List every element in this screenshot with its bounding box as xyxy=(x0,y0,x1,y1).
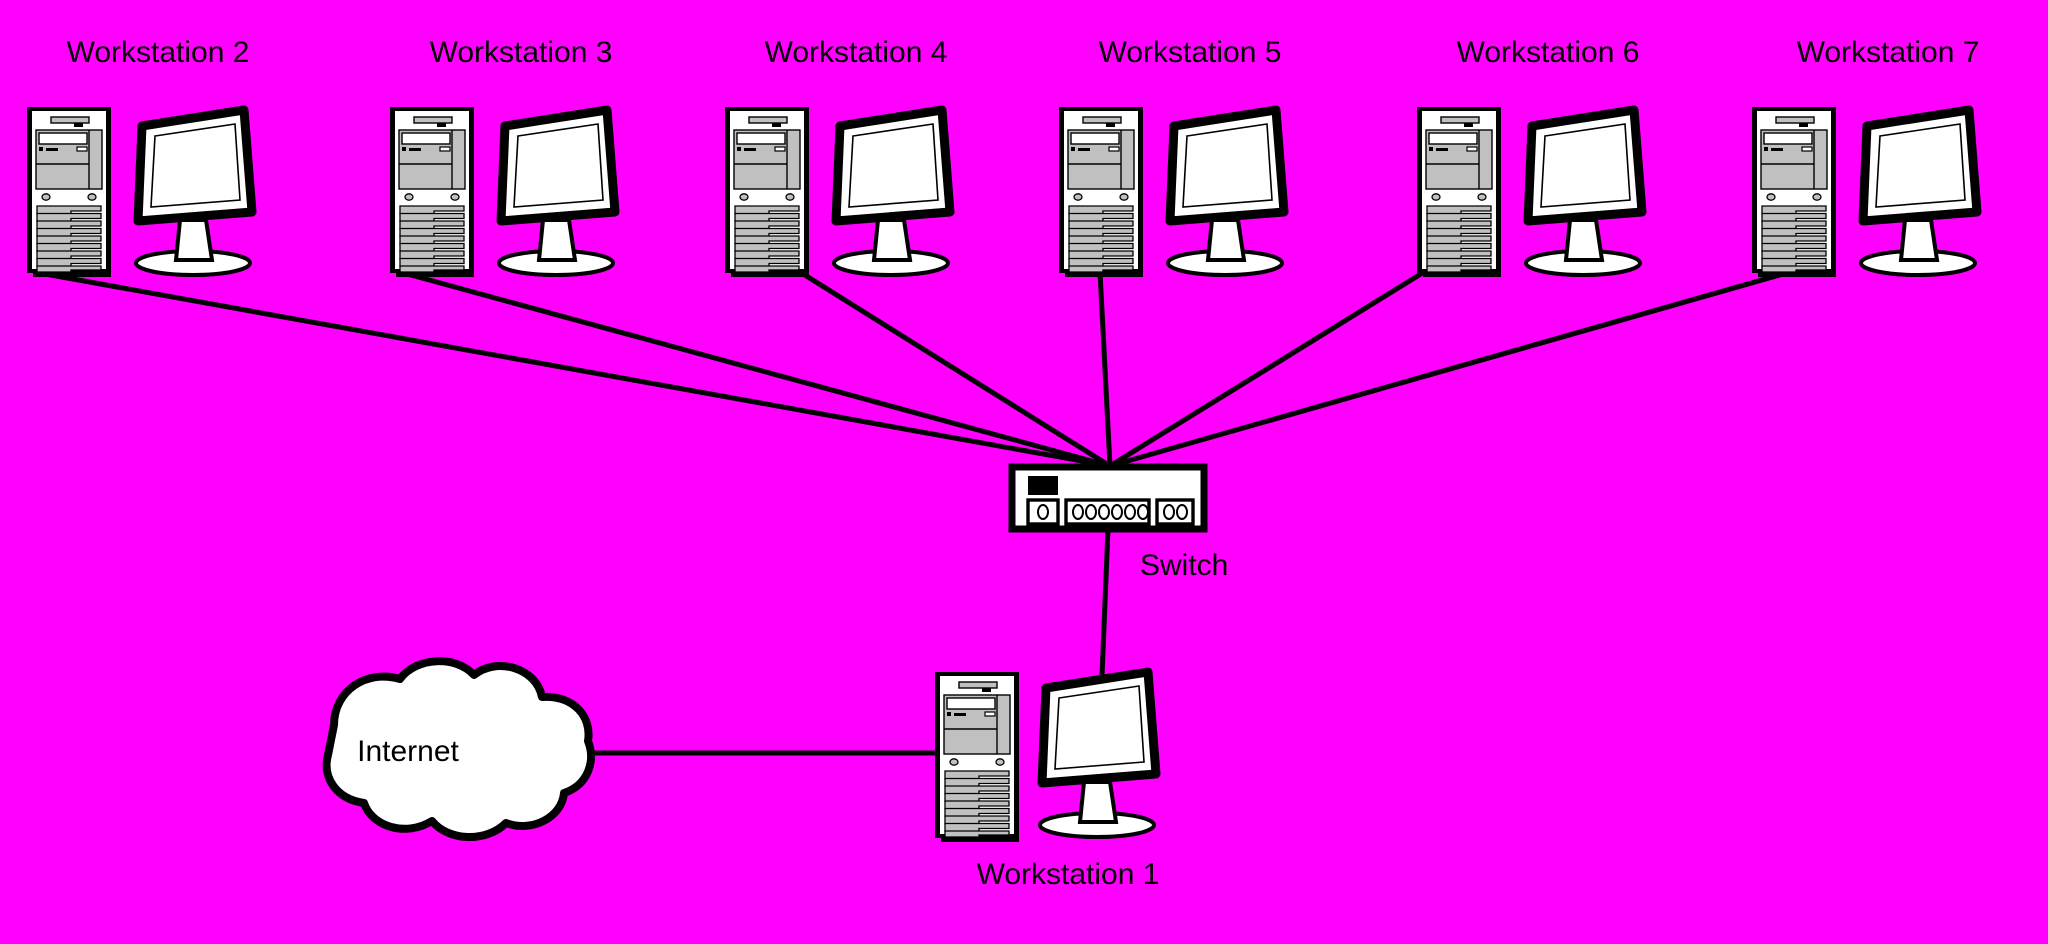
tower-icon[interactable] xyxy=(1416,106,1502,278)
workstation-1-label: Workstation 1 xyxy=(977,858,1160,891)
link-switch-ws1 xyxy=(1099,528,1111,677)
workstation-1-node[interactable]: Workstation 1 xyxy=(934,671,1160,891)
workstation-3-node[interactable]: Workstation 3 xyxy=(389,36,615,278)
switch-node[interactable]: Switch xyxy=(1012,467,1228,582)
workstation-7-label: Workstation 7 xyxy=(1797,36,1980,69)
connection-links xyxy=(33,269,1791,756)
link-ws2-switch xyxy=(33,269,1111,469)
tower-icon[interactable] xyxy=(934,671,1020,843)
network-diagram: Workstation 2 Workstation 3 Workstation … xyxy=(26,36,2048,891)
tower-icon[interactable] xyxy=(724,106,810,278)
switch-label: Switch xyxy=(1140,549,1228,582)
monitor-icon[interactable] xyxy=(136,110,252,275)
workstation-6-label: Workstation 6 xyxy=(1457,36,1640,69)
workstation-3-label: Workstation 3 xyxy=(430,36,613,69)
tower-icon[interactable] xyxy=(26,106,112,278)
workstation-6-node[interactable]: Workstation 6 xyxy=(1416,36,1642,278)
internet-cloud-node[interactable]: Internet xyxy=(327,661,591,837)
workstation-4-label: Workstation 4 xyxy=(765,36,948,69)
monitor-icon[interactable] xyxy=(1861,110,1977,275)
monitor-icon[interactable] xyxy=(499,110,615,275)
network-diagram-canvas: Workstation 2 Workstation 3 Workstation … xyxy=(0,0,2048,944)
workstation-7-node[interactable]: Workstation 7 xyxy=(1751,36,1980,278)
tower-icon[interactable] xyxy=(1058,106,1144,278)
link-ws7-switch xyxy=(1109,269,1791,469)
tower-icon[interactable] xyxy=(389,106,475,278)
workstation-5-label: Workstation 5 xyxy=(1099,36,1282,69)
workstation-4-node[interactable]: Workstation 4 xyxy=(724,36,950,278)
workstation-2-node[interactable]: Workstation 2 xyxy=(26,36,252,278)
workstation-5-node[interactable]: Workstation 5 xyxy=(1058,36,1284,278)
monitor-icon[interactable] xyxy=(1526,110,1642,275)
link-ws5-switch xyxy=(1097,271,1113,467)
monitor-icon[interactable] xyxy=(1168,110,1284,275)
tower-icon[interactable] xyxy=(1751,106,1837,278)
link-ws6-switch xyxy=(1108,269,1426,469)
monitor-icon[interactable] xyxy=(834,110,950,275)
internet-label: Internet xyxy=(357,735,459,768)
workstation-2-label: Workstation 2 xyxy=(67,36,250,69)
top-workstation-row: Workstation 2 Workstation 3 Workstation … xyxy=(26,36,1980,278)
link-ws3-switch xyxy=(399,269,1111,469)
monitor-icon[interactable] xyxy=(1040,672,1156,837)
switch-icon[interactable] xyxy=(1012,467,1204,529)
